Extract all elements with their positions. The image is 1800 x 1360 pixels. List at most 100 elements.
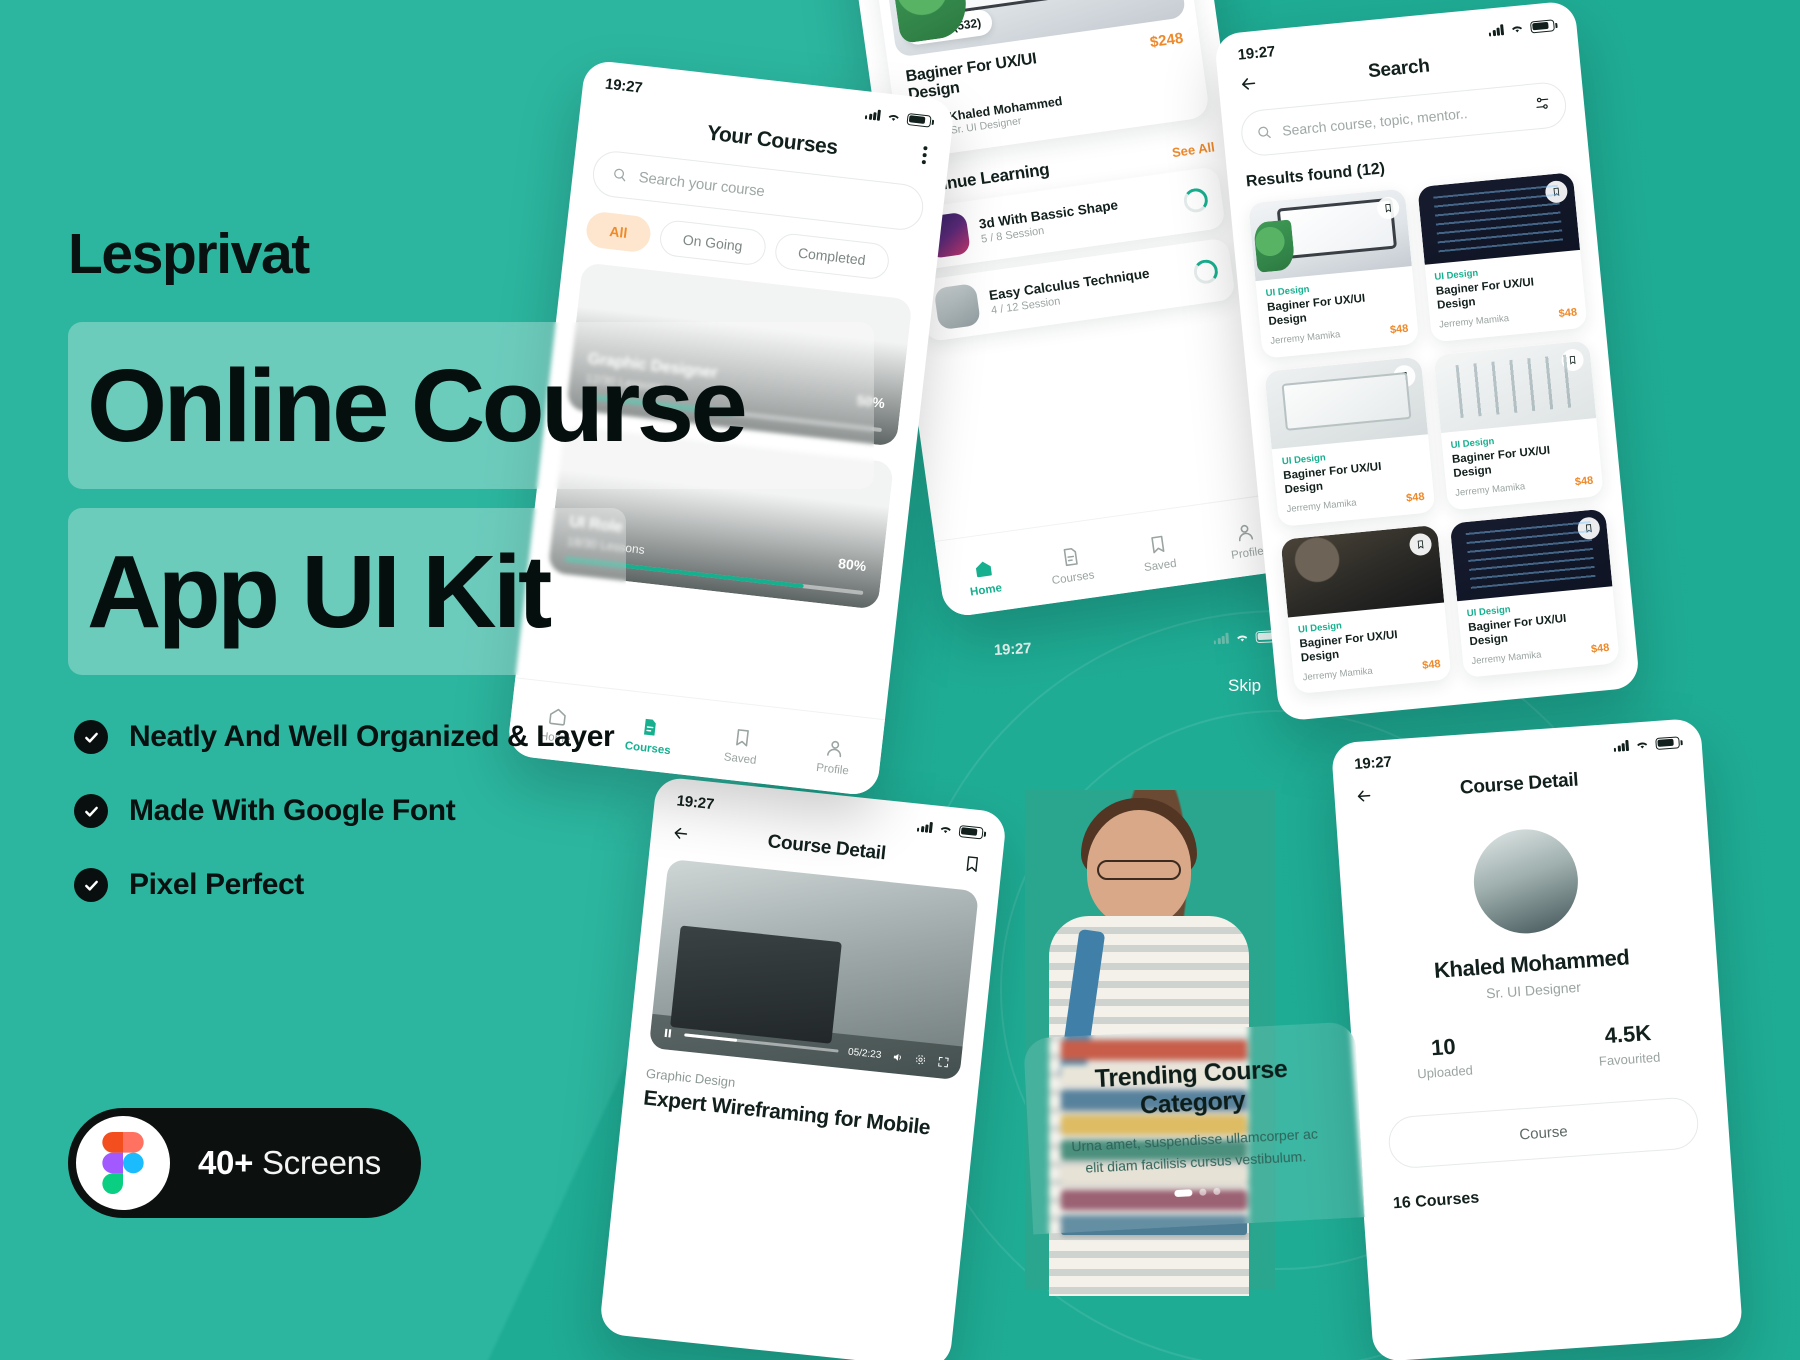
filter-completed[interactable]: Completed	[773, 231, 891, 281]
course-image	[1416, 172, 1581, 265]
feature-item: Neatly And Well Organized & Layer	[74, 700, 694, 774]
nav-saved[interactable]: Saved	[693, 722, 790, 770]
stat-value: 10	[1430, 1033, 1457, 1061]
nav-label: Profile	[815, 761, 850, 777]
filter-icon[interactable]	[1533, 94, 1552, 118]
gear-icon[interactable]	[913, 1052, 927, 1066]
star-icon	[916, 25, 927, 36]
glasses	[1097, 860, 1181, 880]
wifi-icon	[1234, 632, 1250, 644]
course-author: Jerremy Mamika	[1470, 649, 1542, 667]
course-count: 16 Courses	[1392, 1189, 1480, 1213]
screens-label: Screens	[261, 1144, 381, 1181]
screens-badge-text: 40+ Screens	[198, 1144, 381, 1182]
result-card[interactable]: UI Design Baginer For UX/UI Design Jerre…	[1248, 188, 1419, 359]
bookmark-icon[interactable]	[1391, 364, 1416, 389]
profile-icon	[827, 740, 842, 757]
nav-saved[interactable]: Saved	[1112, 528, 1204, 578]
course-author: Jerremy Mamika	[1454, 481, 1526, 499]
bookmark-icon[interactable]	[962, 853, 983, 874]
bookmark-icon[interactable]	[1375, 196, 1400, 221]
status-time: 19:27	[993, 640, 1032, 659]
course-price: $48	[1389, 322, 1409, 337]
check-circle-icon	[74, 720, 108, 754]
hero-title-line2: App UI Kit	[87, 534, 552, 649]
nav-label: Saved	[723, 750, 757, 767]
signal-icon	[864, 108, 881, 121]
search-icon	[1256, 124, 1273, 141]
onboarding-title: Trending Course Category	[1094, 1055, 1289, 1120]
bookmark-icon[interactable]	[1576, 515, 1601, 540]
course-image	[1280, 524, 1444, 618]
nav-profile[interactable]: Profile	[786, 732, 883, 780]
nav-courses[interactable]: Courses	[1025, 540, 1117, 590]
nav-label: Saved	[1143, 557, 1178, 574]
feature-item: Made With Google Font	[74, 774, 694, 848]
battery-icon	[958, 824, 984, 839]
bookmark-icon	[736, 728, 749, 747]
signal-icon	[1613, 739, 1630, 752]
hero-title-line1: Online Course	[87, 348, 748, 463]
arrow-left-icon[interactable]	[1354, 785, 1374, 805]
course-price: $48	[1421, 658, 1442, 673]
player-time: 05/2:23	[847, 1046, 882, 1061]
progress-ring	[1182, 186, 1210, 214]
course-image	[1449, 508, 1613, 601]
course-progress-percent: 80%	[837, 555, 868, 575]
search-placeholder: Search course, topic, mentor..	[1281, 105, 1469, 139]
bookmark-icon[interactable]	[1408, 532, 1433, 557]
course-image	[1248, 188, 1412, 282]
nav-label: Courses	[1051, 568, 1096, 587]
rating-badge: 4.4 (532)	[902, 8, 994, 47]
wifi-icon	[1509, 22, 1525, 34]
wifi-icon	[1634, 738, 1650, 750]
course-author: Jerremy Mamika	[1286, 497, 1358, 516]
battery-icon	[1655, 735, 1680, 750]
pagination-dots[interactable]	[1073, 1183, 1321, 1203]
onboarding-card: Trending Course Category Urna amet, susp…	[1023, 1021, 1365, 1235]
feature-label: Pixel Perfect	[129, 868, 304, 901]
stat-favourited: 4.5K Favourited	[1596, 1020, 1660, 1069]
check-circle-icon	[74, 868, 108, 902]
profile-stats: 10 Uploaded 4.5K Favourited	[1352, 1015, 1724, 1086]
bookmark-icon	[1150, 535, 1164, 553]
seek-bar[interactable]	[684, 1032, 839, 1053]
battery-icon	[1529, 18, 1555, 34]
see-all-link[interactable]: See All	[1171, 139, 1216, 160]
stat-label: Favourited	[1598, 1049, 1661, 1069]
stat-value: 4.5K	[1603, 1020, 1652, 1049]
page-title: Course Detail	[1459, 769, 1579, 799]
feature-label: Made With Google Font	[129, 794, 456, 827]
result-card[interactable]: UI Design Baginer For UX/UI Design Jerre…	[1432, 340, 1604, 511]
course-image	[1432, 340, 1597, 433]
course-image	[1264, 356, 1428, 450]
tab-course[interactable]: Course	[1387, 1096, 1700, 1170]
nav-label: Profile	[1230, 544, 1265, 562]
feature-label: Neatly And Well Organized & Layer	[129, 720, 615, 753]
status-time: 19:27	[1237, 43, 1276, 64]
course-price: $48	[1574, 474, 1594, 488]
nav-home[interactable]: Home	[938, 552, 1030, 602]
home-icon	[975, 561, 992, 577]
wifi-icon	[886, 111, 902, 124]
status-time: 19:27	[1353, 753, 1393, 774]
result-card[interactable]: UI Design Baginer For UX/UI Design Jerre…	[1264, 356, 1435, 527]
result-card[interactable]: UI Design Baginer For UX/UI Design Jerre…	[1416, 172, 1588, 343]
arrow-left-icon[interactable]	[1238, 73, 1260, 95]
courses-icon	[1063, 547, 1078, 566]
nav-label: Home	[969, 581, 1003, 599]
signal-icon	[1213, 632, 1229, 645]
result-card[interactable]: UI Design Baginer For UX/UI Design Jerre…	[1449, 508, 1620, 679]
stat-label: Uploaded	[1416, 1062, 1474, 1082]
course-price: $248	[1148, 29, 1185, 52]
phone-mockup-profile: 19:27 Course Detail Khaled Mohammed Sr. …	[1330, 717, 1744, 1360]
fullscreen-icon[interactable]	[936, 1054, 950, 1068]
bookmark-icon[interactable]	[1544, 179, 1569, 204]
rating-value: 4.4 (532)	[932, 15, 982, 37]
bookmark-icon[interactable]	[1560, 347, 1585, 372]
result-card[interactable]: UI Design Baginer For UX/UI Design Jerre…	[1280, 524, 1452, 695]
skip-button[interactable]: Skip	[1228, 676, 1774, 696]
onboarding-body: Urna amet, suspendisse ullamcorper ac el…	[1071, 1125, 1319, 1176]
volume-icon[interactable]	[891, 1050, 905, 1064]
play-icon[interactable]	[799, 948, 829, 984]
